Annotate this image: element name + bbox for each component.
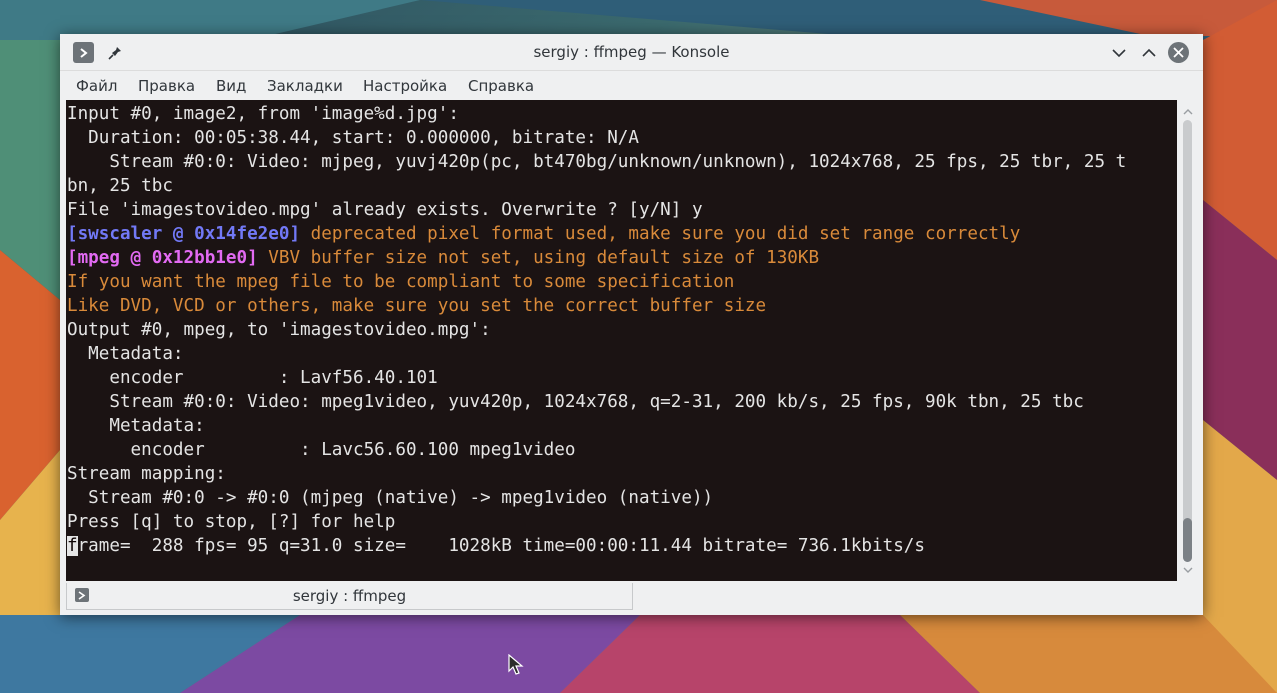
scrollbar-thumb[interactable] <box>1183 518 1192 562</box>
terminal-line: Stream #0:0 -> #0:0 (mjpeg (native) -> m… <box>67 488 714 508</box>
scroll-up-button[interactable] <box>1178 104 1198 118</box>
terminal-line: Metadata: <box>67 416 205 436</box>
menu-settings[interactable]: Настройка <box>363 77 447 95</box>
terminal-line: Stream #0:0: Video: mjpeg, yuvj420p(pc, … <box>67 152 1127 172</box>
tab-bar: sergiy : ffmpeg <box>60 582 1203 615</box>
text-cursor: f <box>67 536 78 556</box>
terminal-line: Duration: 00:05:38.44, start: 0.000000, … <box>67 128 639 148</box>
terminal-line-mpeg: [mpeg @ 0x12bb1e0] VBV buffer size not s… <box>67 246 1126 270</box>
terminal-line-progress: frame= 288 fps= 95 q=31.0 size= 1028kB t… <box>67 534 1126 558</box>
terminal-line: Metadata: <box>67 344 184 364</box>
menu-file[interactable]: Файл <box>76 77 117 95</box>
terminal-line-warning: Like DVD, VCD or others, make sure you s… <box>67 296 767 316</box>
terminal-line: Output #0, mpeg, to 'imagestovideo.mpg': <box>67 320 491 340</box>
menu-bar: Файл Правка Вид Закладки Настройка Справ… <box>60 71 1203 99</box>
terminal-line: Press [q] to stop, [?] for help <box>67 512 396 532</box>
mpeg-message: VBV buffer size not set, using default s… <box>257 248 820 268</box>
menu-edit[interactable]: Правка <box>138 77 195 95</box>
konsole-window: sergiy : ffmpeg — Konsole Файл Правка Ви… <box>60 34 1203 615</box>
tab-session[interactable]: sergiy : ffmpeg <box>66 583 633 610</box>
chevron-up-icon <box>1183 108 1193 114</box>
terminal-line-swscaler: [swscaler @ 0x14fe2e0] deprecated pixel … <box>67 222 1126 246</box>
progress-text: rame= 288 fps= 95 q=31.0 size= 1028kB ti… <box>77 536 925 556</box>
maximize-button[interactable] <box>1138 42 1159 63</box>
terminal-output[interactable]: Input #0, image2, from 'image%d.jpg': Du… <box>66 100 1177 581</box>
terminal-line: encoder : Lavf56.40.101 <box>67 368 438 388</box>
close-icon <box>1173 47 1184 58</box>
mpeg-tag: [mpeg @ 0x12bb1e0] <box>67 248 258 268</box>
scroll-down-button[interactable] <box>1178 563 1198 577</box>
minimize-button[interactable] <box>1108 42 1129 63</box>
swscaler-message: deprecated pixel format used, make sure … <box>300 224 1021 244</box>
terminal-line: Input #0, image2, from 'image%d.jpg': <box>67 104 459 124</box>
minimize-icon <box>1111 48 1126 57</box>
window-title: sergiy : ffmpeg — Konsole <box>533 43 730 61</box>
terminal-line: File 'imagestovideo.mpg' already exists.… <box>67 200 703 220</box>
terminal-line-warning: If you want the mpeg file to be complian… <box>67 272 735 292</box>
chevron-down-icon <box>1183 567 1193 573</box>
terminal-line: encoder : Lavc56.60.100 mpeg1video <box>67 440 576 460</box>
menu-view[interactable]: Вид <box>216 77 246 95</box>
mouse-pointer-icon <box>508 653 524 680</box>
menu-help[interactable]: Справка <box>468 77 534 95</box>
vertical-scrollbar[interactable] <box>1178 100 1198 581</box>
terminal-line: Stream mapping: <box>67 464 226 484</box>
terminal-line: Stream #0:0: Video: mpeg1video, yuv420p,… <box>67 392 1084 412</box>
close-button[interactable] <box>1168 42 1189 63</box>
tab-label: sergiy : ffmpeg <box>292 587 407 605</box>
title-bar[interactable]: sergiy : ffmpeg — Konsole <box>60 34 1203 71</box>
menu-bookmarks[interactable]: Закладки <box>267 77 343 95</box>
terminal-line: bn, 25 tbc <box>67 176 173 196</box>
swscaler-tag: [swscaler @ 0x14fe2e0] <box>67 224 301 244</box>
maximize-icon <box>1141 48 1156 57</box>
scrollbar-track[interactable] <box>1183 120 1192 562</box>
